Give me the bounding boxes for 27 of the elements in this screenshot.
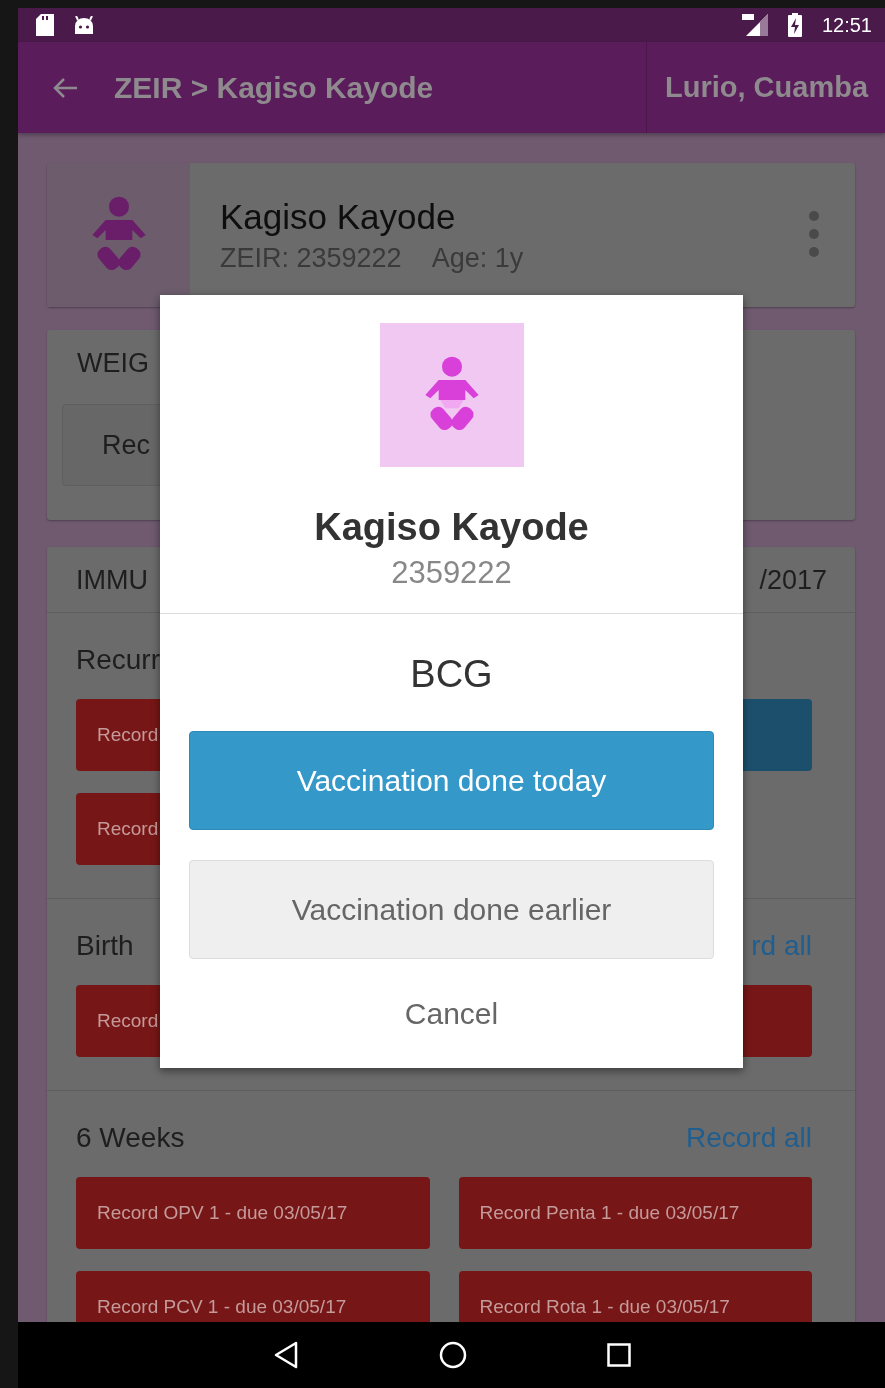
back-icon[interactable]: [272, 1341, 299, 1369]
child-id: 2359222: [391, 555, 512, 591]
child-name: Kagiso Kayode: [220, 197, 456, 237]
signal-icon: [741, 14, 768, 36]
done-today-button[interactable]: Vaccination done today: [189, 731, 714, 830]
page-title: ZEIR > Kagiso Kayode: [114, 70, 435, 105]
recents-icon[interactable]: [606, 1343, 631, 1367]
section-title: 6 Weeks: [76, 1122, 185, 1154]
vaccine-name: BCG: [410, 652, 493, 696]
child-name: Kagiso Kayode: [314, 505, 589, 549]
cancel-button[interactable]: Cancel: [394, 993, 509, 1035]
battery-icon: [787, 13, 802, 37]
vaccine-button[interactable]: Record OPV 1 - due 03/05/17: [76, 1177, 430, 1249]
date-label: /2017: [759, 563, 827, 597]
section-title: Recurr: [76, 644, 160, 676]
card-title: WEIG: [76, 347, 150, 380]
vaccine-button[interactable]: Record Rota 1 - due 03/05/17: [458, 1271, 812, 1322]
vaccine-button[interactable]: Record Penta 1 - due 03/05/17: [458, 1177, 812, 1249]
home-icon[interactable]: [438, 1341, 467, 1369]
card-title: IMMU: [76, 563, 148, 597]
done-earlier-button[interactable]: Vaccination done earlier: [189, 860, 714, 959]
back-arrow-icon[interactable]: [52, 76, 78, 99]
vaccine-button[interactable]: Record PCV 1 - due 03/05/17: [76, 1271, 430, 1322]
clock-time: 12:51: [821, 13, 872, 37]
section-title: Birth: [76, 930, 134, 962]
android-icon: [74, 16, 94, 34]
sd-card-icon: [36, 14, 54, 36]
